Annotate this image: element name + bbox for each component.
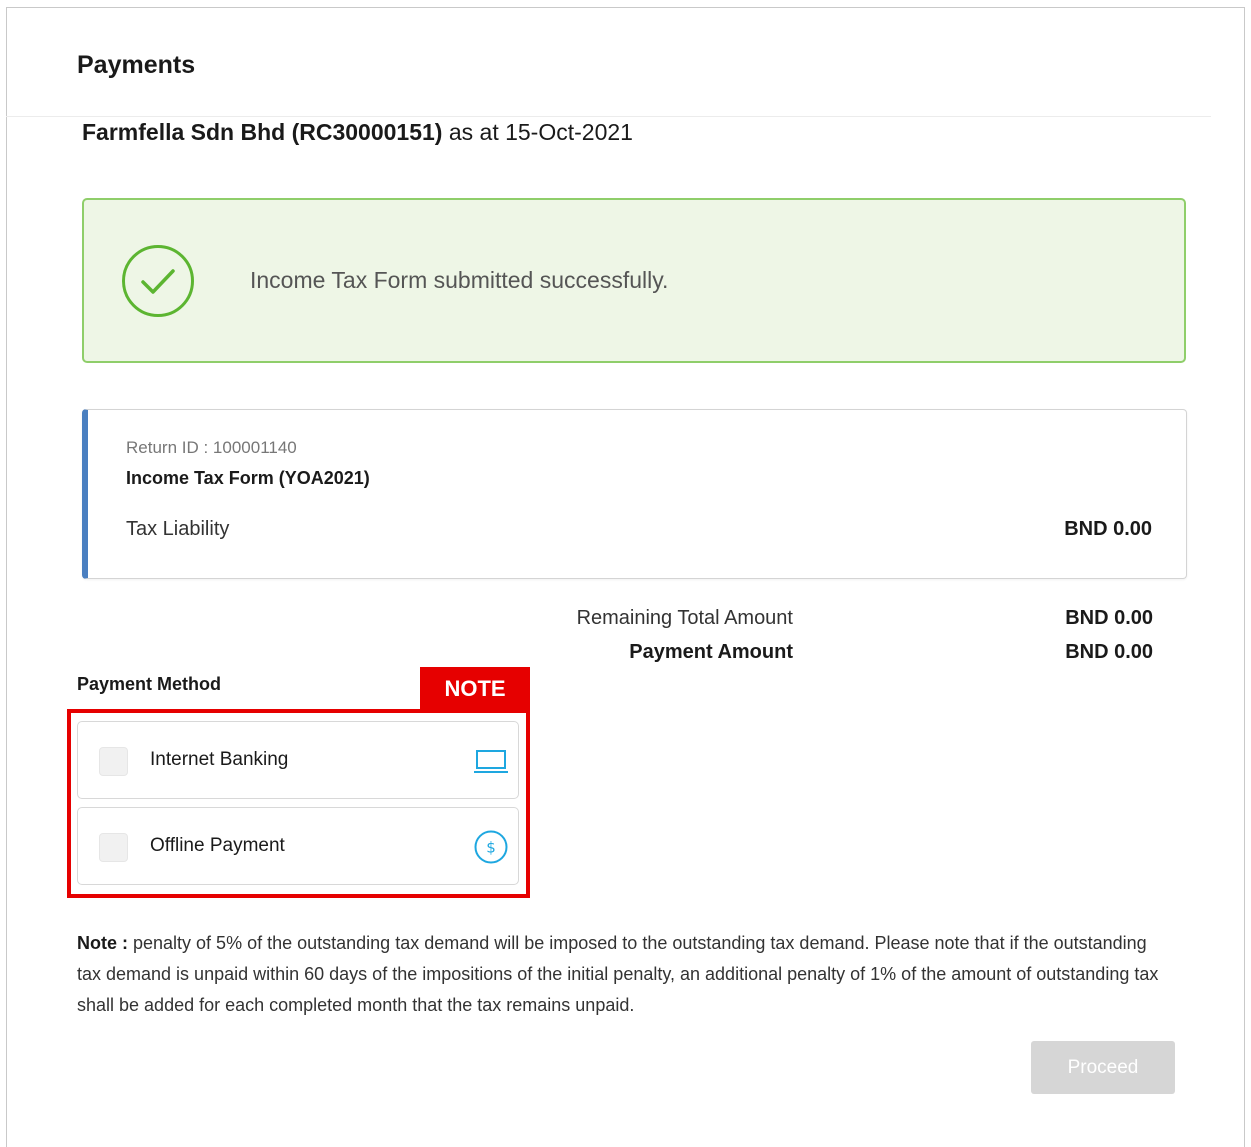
note-prefix: Note : <box>77 933 128 953</box>
company-name: Farmfella Sdn Bhd (RC30000151) <box>82 119 443 145</box>
success-alert: Income Tax Form submitted successfully. <box>82 198 1186 363</box>
as-at-date: as at 15-Oct-2021 <box>448 119 633 145</box>
return-id: Return ID : 100001140 <box>126 438 297 457</box>
return-card: Return ID : 100001140 Income Tax Form (Y… <box>82 409 1187 579</box>
entity-header: Farmfella Sdn Bhd (RC30000151) as at 15-… <box>82 119 633 146</box>
form-name: Income Tax Form (YOA2021) <box>126 468 370 488</box>
page-title: Payments <box>77 51 196 79</box>
check-circle-icon <box>122 245 194 317</box>
tax-liability-label: Tax Liability <box>126 518 230 540</box>
payment-method-label: Payment Method <box>77 674 222 694</box>
note-annotation-tag: NOTE <box>420 667 530 711</box>
tax-liability-value: BND 0.00 <box>1064 518 1152 540</box>
success-message: Income Tax Form submitted successfully. <box>250 267 669 293</box>
remaining-total-value: BND 0.00 <box>1065 607 1153 629</box>
note-annotation-box <box>67 709 530 898</box>
payment-amount-label: Payment Amount <box>629 641 793 663</box>
remaining-total-label: Remaining Total Amount <box>576 607 793 629</box>
header-divider <box>6 116 1211 117</box>
note-paragraph: Note : penalty of 5% of the outstanding … <box>77 928 1167 1021</box>
payment-amount-value: BND 0.00 <box>1065 641 1153 663</box>
proceed-button[interactable]: Proceed <box>1031 1041 1175 1094</box>
note-text: penalty of 5% of the outstanding tax dem… <box>77 933 1159 1015</box>
